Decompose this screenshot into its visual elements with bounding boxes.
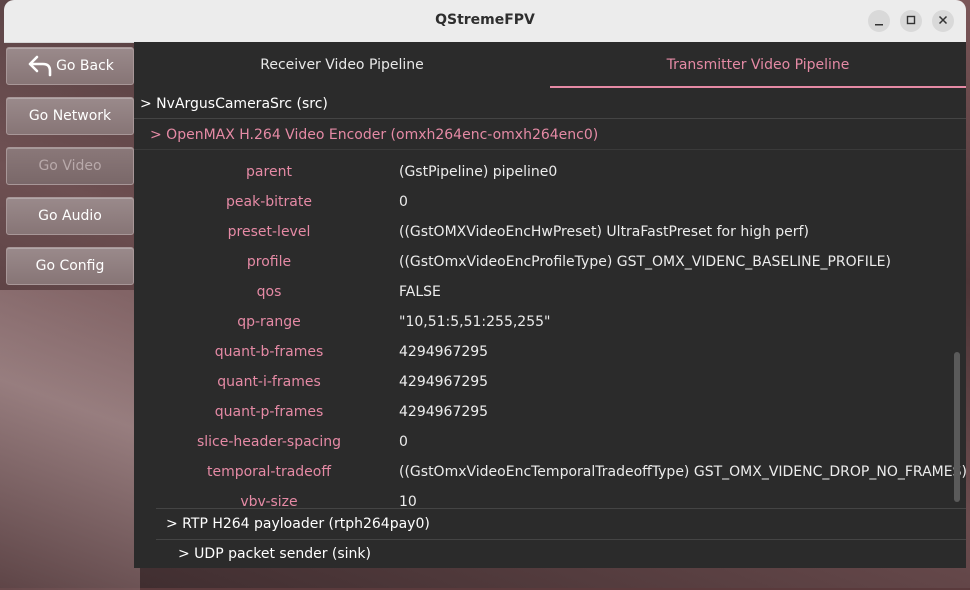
go-back-button[interactable]: Go Back	[6, 47, 134, 85]
pipeline-panel: Receiver Video Pipeline Transmitter Vide…	[134, 42, 966, 568]
property-value: 4294967295	[399, 404, 489, 420]
close-button[interactable]	[932, 10, 954, 32]
maximize-button[interactable]	[900, 10, 922, 32]
element-header-encoder[interactable]: > OpenMAX H.264 Video Encoder (omxh264en…	[134, 120, 966, 150]
window-title: QStremeFPV	[435, 12, 535, 28]
property-list: parent (GstPipeline) pipeline0 peak-bitr…	[134, 158, 966, 510]
property-row: quant-b-frames 4294967295	[134, 338, 966, 368]
property-key: quant-i-frames	[217, 374, 321, 390]
property-value: ((GstOmxVideoEncProfileType) GST_OMX_VID…	[399, 254, 891, 270]
active-tab-indicator	[550, 86, 966, 88]
tab-receiver-video-pipeline[interactable]: Receiver Video Pipeline	[134, 42, 550, 88]
back-arrow-icon	[28, 55, 52, 77]
go-network-button[interactable]: Go Network	[6, 97, 134, 135]
property-row: quant-i-frames 4294967295	[134, 368, 966, 398]
property-row: slice-header-spacing 0	[134, 428, 966, 458]
property-key: quant-p-frames	[214, 404, 324, 420]
element-header-payloader[interactable]: > RTP H264 payloader (rtph264pay0)	[156, 508, 966, 538]
property-row: peak-bitrate 0	[134, 188, 966, 218]
property-list-scrollbar[interactable]	[954, 352, 960, 502]
property-row: qos FALSE	[134, 278, 966, 308]
property-key: profile	[246, 254, 292, 270]
element-header-sink[interactable]: > UDP packet sender (sink)	[156, 539, 966, 568]
maximize-icon	[906, 15, 916, 25]
close-icon	[938, 15, 948, 25]
go-config-button[interactable]: Go Config	[6, 247, 134, 285]
tab-transmitter-video-pipeline[interactable]: Transmitter Video Pipeline	[550, 42, 966, 88]
property-value: (GstPipeline) pipeline0	[399, 164, 558, 180]
property-row: qp-range "10,51:5,51:255,255"	[134, 308, 966, 338]
property-key: slice-header-spacing	[196, 434, 342, 450]
property-value: 4294967295	[399, 344, 489, 360]
property-key: qos	[256, 284, 282, 300]
property-value: "10,51:5,51:255,255"	[399, 314, 551, 330]
app-window: QStremeFPV Go Back Go Network Go Video G…	[4, 0, 966, 586]
element-header-source[interactable]: > NvArgusCameraSrc (src)	[134, 89, 966, 119]
property-key: peak-bitrate	[226, 194, 312, 210]
tab-bar: Receiver Video Pipeline Transmitter Vide…	[134, 42, 966, 88]
property-key: quant-b-frames	[214, 344, 324, 360]
property-value: FALSE	[399, 284, 441, 300]
property-value: ((GstOmxVideoEncTemporalTradeoffType) GS…	[399, 464, 966, 480]
property-key: preset-level	[227, 224, 311, 240]
property-row: temporal-tradeoff ((GstOmxVideoEncTempor…	[134, 458, 966, 488]
property-value: 0	[399, 194, 408, 210]
property-row: vbv-size 10	[134, 488, 966, 510]
property-row: profile ((GstOmxVideoEncProfileType) GST…	[134, 248, 966, 278]
property-value: 0	[399, 434, 408, 450]
property-value: ((GstOMXVideoEncHwPreset) UltraFastPrese…	[399, 224, 809, 240]
minimize-button[interactable]	[868, 10, 890, 32]
property-row: parent (GstPipeline) pipeline0	[134, 158, 966, 188]
property-key: parent	[246, 164, 292, 180]
title-bar: QStremeFPV	[4, 0, 966, 43]
minimize-icon	[875, 24, 883, 26]
property-value: 4294967295	[399, 374, 489, 390]
property-key: temporal-tradeoff	[206, 464, 331, 480]
property-row: quant-p-frames 4294967295	[134, 398, 966, 428]
go-video-button: Go Video	[6, 147, 134, 185]
property-key: qp-range	[237, 314, 301, 330]
go-audio-button[interactable]: Go Audio	[6, 197, 134, 235]
property-row: preset-level ((GstOMXVideoEncHwPreset) U…	[134, 218, 966, 248]
